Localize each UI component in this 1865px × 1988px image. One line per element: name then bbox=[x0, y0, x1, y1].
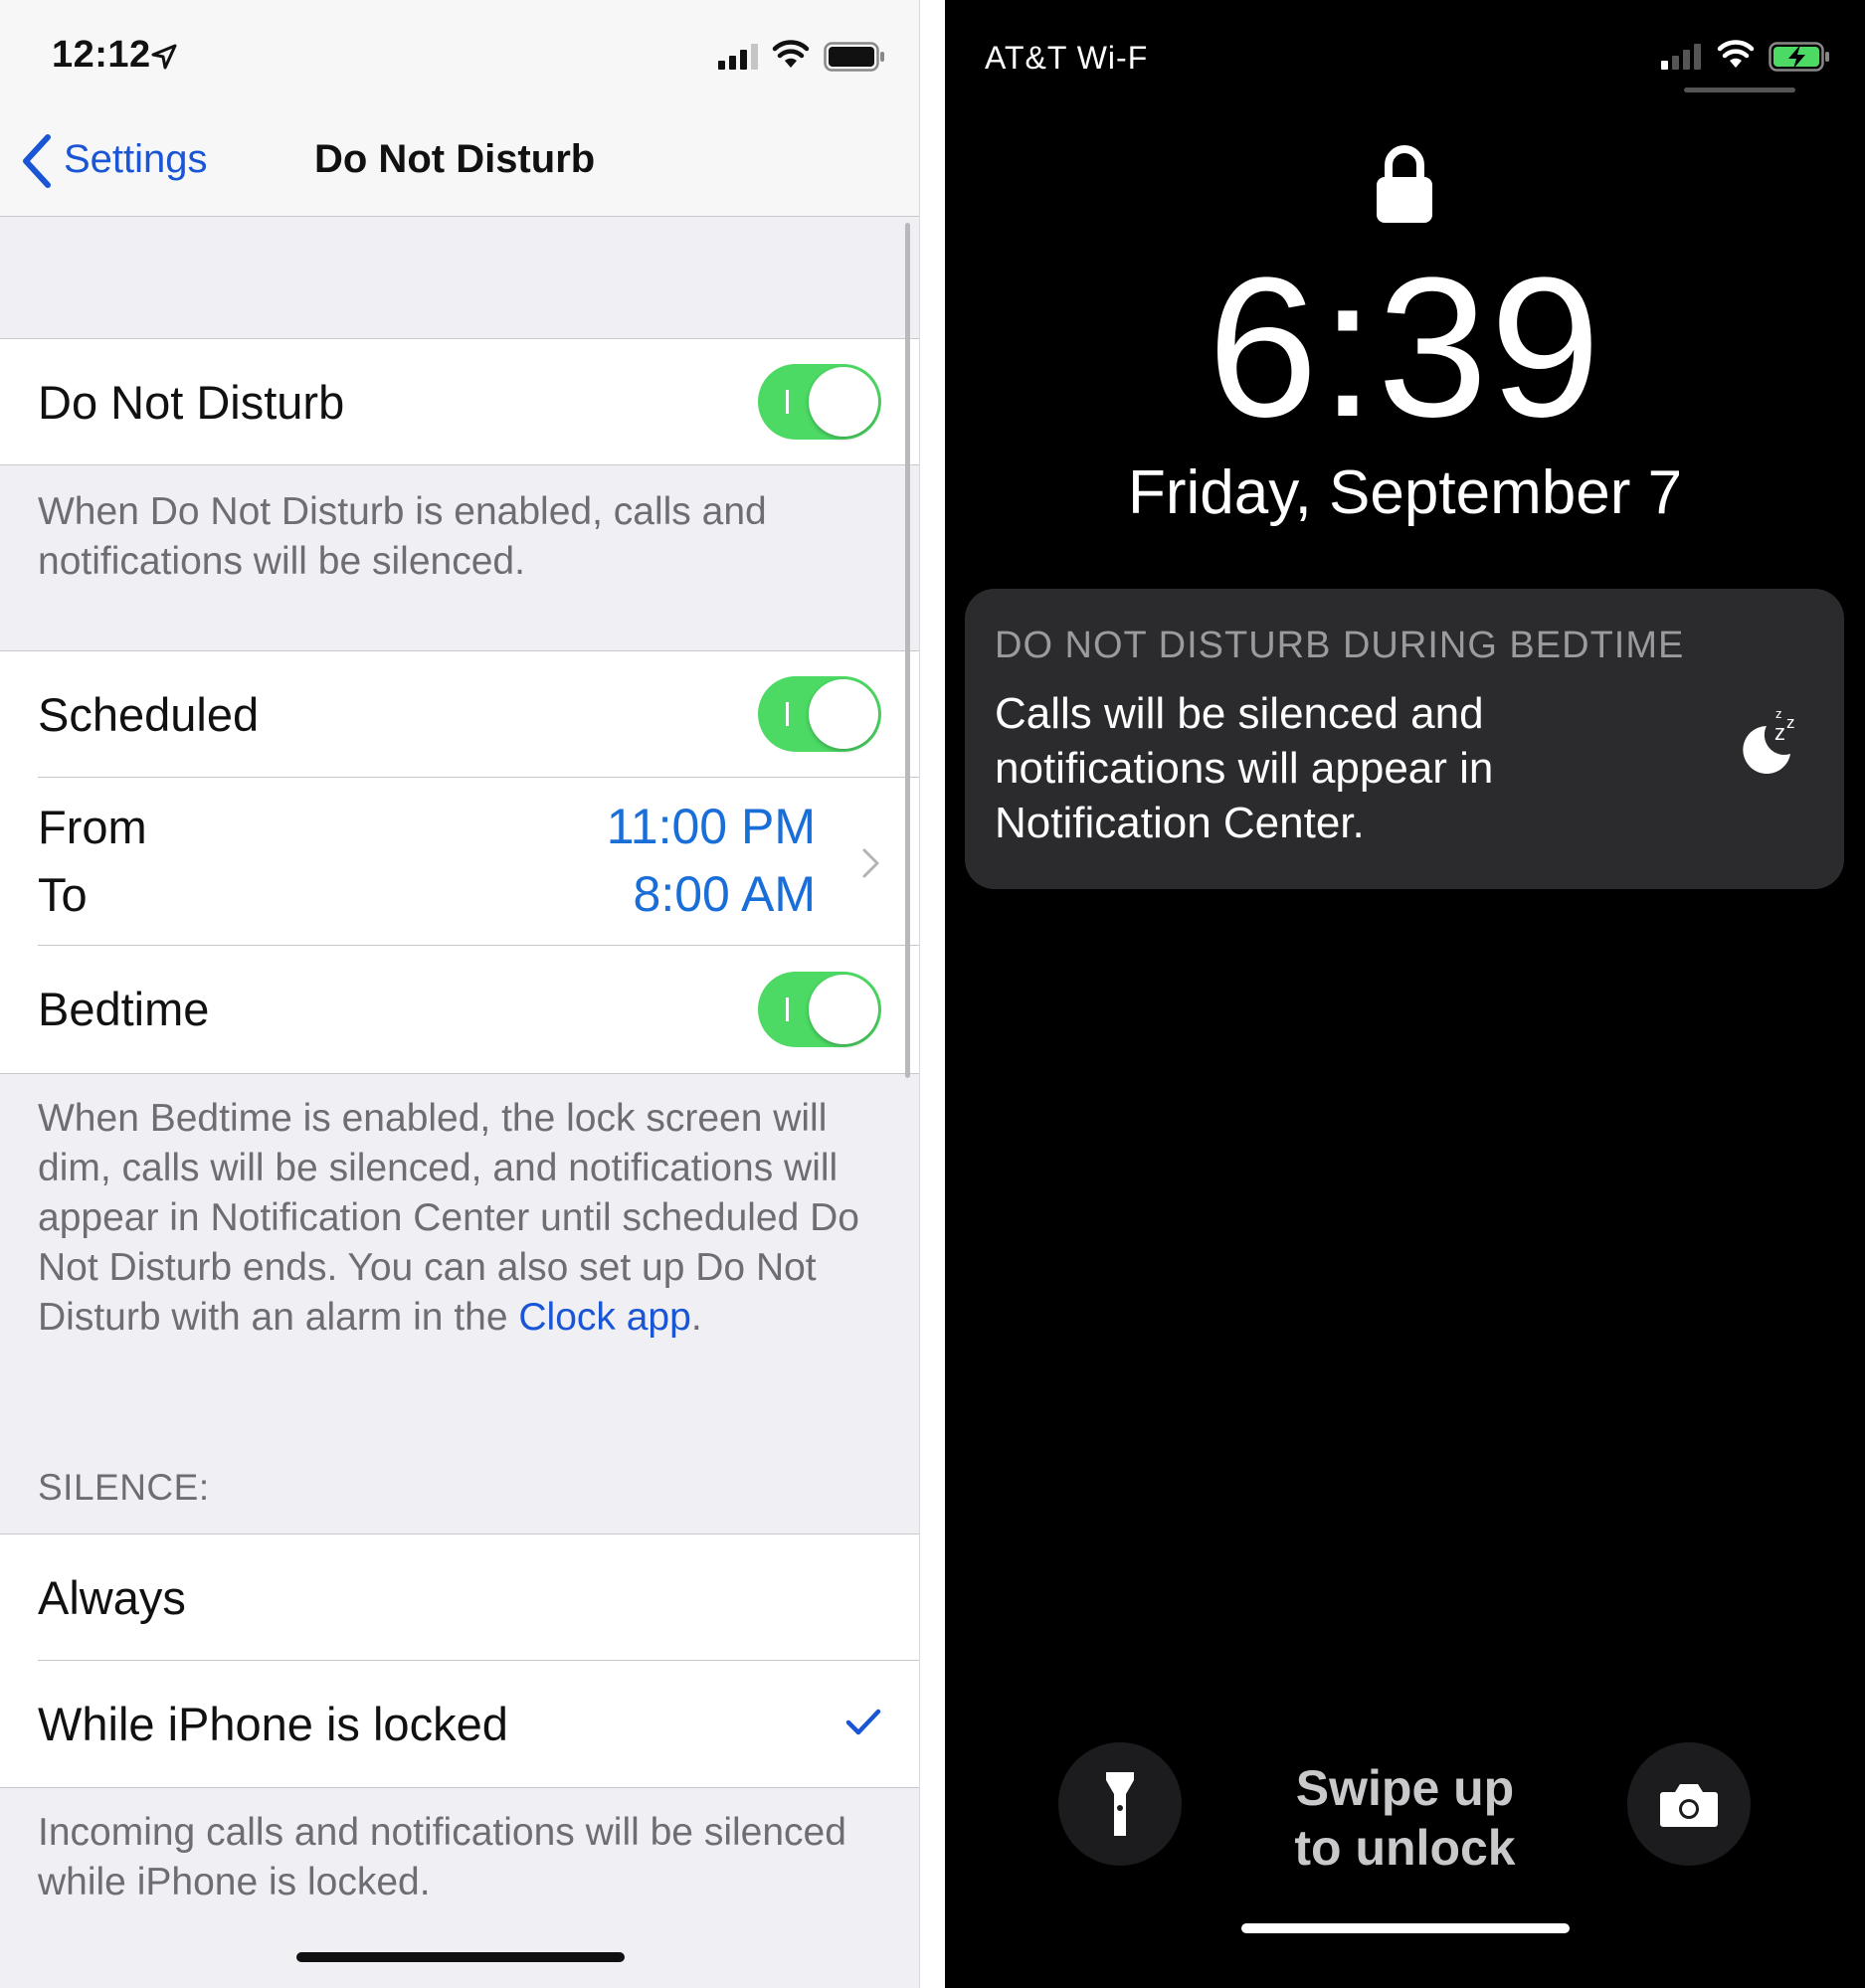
bedtime-label: Bedtime bbox=[38, 983, 210, 1035]
battery-charging-icon bbox=[1769, 42, 1829, 72]
clock-app-link[interactable]: Clock app bbox=[518, 1296, 690, 1339]
dnd-toggle[interactable] bbox=[758, 364, 881, 440]
toggle-knob bbox=[809, 679, 878, 749]
toggle-knob bbox=[809, 975, 878, 1044]
lock-screen: AT&T Wi-F 6:39 Friday, September 7 DO NO… bbox=[945, 0, 1865, 1988]
scrollbar[interactable] bbox=[905, 223, 910, 1078]
lock-screen-time: 6:39 bbox=[1207, 237, 1603, 458]
bedtime-footer-end: . bbox=[690, 1296, 702, 1339]
silence-option-while-locked[interactable]: While iPhone is locked bbox=[0, 1661, 919, 1786]
scheduled-toggle[interactable] bbox=[758, 676, 881, 752]
page-title: Do Not Disturb bbox=[314, 137, 596, 181]
notification-card[interactable]: DO NOT DISTURB DURING BEDTIME Calls will… bbox=[965, 589, 1844, 889]
svg-text:z: z bbox=[1774, 720, 1785, 745]
chevron-right-icon bbox=[862, 848, 879, 878]
home-indicator[interactable] bbox=[296, 1952, 625, 1962]
cellular-signal-icon bbox=[1661, 44, 1701, 70]
from-time-value: 11:00 PM bbox=[606, 799, 816, 854]
toggle-on-mark bbox=[786, 390, 789, 414]
silence-group: Always While iPhone is locked bbox=[0, 1534, 919, 1788]
schedule-group: Scheduled From To 11:00 PM 8:00 AM Bedti… bbox=[0, 650, 919, 1074]
wifi-icon bbox=[1717, 40, 1755, 68]
silence-option-always[interactable]: Always bbox=[0, 1535, 919, 1660]
to-label: To bbox=[38, 868, 88, 921]
navigation-bar: Settings Do Not Disturb bbox=[0, 109, 919, 217]
bedtime-footer-text: When Bedtime is enabled, the lock screen… bbox=[38, 1097, 859, 1339]
bedtime-footer: When Bedtime is enabled, the lock screen… bbox=[38, 1094, 883, 1343]
control-center-indicator[interactable] bbox=[1684, 88, 1795, 92]
option-label: Always bbox=[38, 1571, 186, 1624]
battery-icon bbox=[824, 42, 884, 72]
bedtime-toggle[interactable] bbox=[758, 972, 881, 1047]
back-chevron-icon[interactable] bbox=[18, 131, 54, 191]
option-label: While iPhone is locked bbox=[38, 1698, 508, 1750]
dnd-row: Do Not Disturb bbox=[0, 338, 919, 465]
checkmark-icon bbox=[845, 1709, 881, 1735]
wifi-icon bbox=[772, 40, 810, 68]
lock-screen-date: Friday, September 7 bbox=[1127, 458, 1683, 527]
toggle-on-mark bbox=[786, 997, 789, 1021]
home-indicator[interactable] bbox=[1241, 1923, 1570, 1933]
notification-body: Calls will be silenced and notifications… bbox=[995, 689, 1494, 847]
cellular-signal-icon bbox=[718, 44, 758, 70]
divider bbox=[38, 945, 919, 946]
toggle-on-mark bbox=[786, 702, 789, 726]
status-bar: 12:12 bbox=[0, 0, 919, 109]
swipe-hint-line2: to unlock bbox=[1294, 1820, 1516, 1876]
settings-screen: 12:12 Settings Do Not Disturb Do Not Dis… bbox=[0, 0, 920, 1988]
toggle-knob bbox=[809, 367, 878, 437]
back-button[interactable]: Settings bbox=[64, 137, 208, 182]
schedule-time-row[interactable]: From To 11:00 PM 8:00 AM bbox=[0, 778, 919, 945]
status-time: 12:12 bbox=[52, 34, 151, 76]
silence-footer: Incoming calls and notifications will be… bbox=[38, 1811, 846, 1903]
lock-icon bbox=[1377, 145, 1432, 223]
from-label: From bbox=[38, 801, 147, 853]
svg-text:z: z bbox=[1786, 713, 1795, 732]
moon-sleep-icon: z z z bbox=[1743, 706, 1795, 774]
svg-text:z: z bbox=[1775, 706, 1782, 721]
scheduled-label: Scheduled bbox=[38, 688, 260, 741]
dnd-footer: When Do Not Disturb is enabled, calls an… bbox=[38, 490, 767, 583]
dnd-label: Do Not Disturb bbox=[38, 376, 345, 429]
notification-title: DO NOT DISTURB DURING BEDTIME bbox=[995, 625, 1685, 666]
swipe-up-hint: Swipe up to unlock bbox=[945, 1758, 1865, 1878]
swipe-hint-line1: Swipe up bbox=[1295, 1760, 1515, 1816]
silence-section-header: SILENCE: bbox=[38, 1467, 210, 1508]
to-time-value: 8:00 AM bbox=[633, 866, 816, 922]
location-arrow-icon bbox=[151, 44, 177, 70]
carrier-label: AT&T Wi-F bbox=[985, 40, 1149, 76]
